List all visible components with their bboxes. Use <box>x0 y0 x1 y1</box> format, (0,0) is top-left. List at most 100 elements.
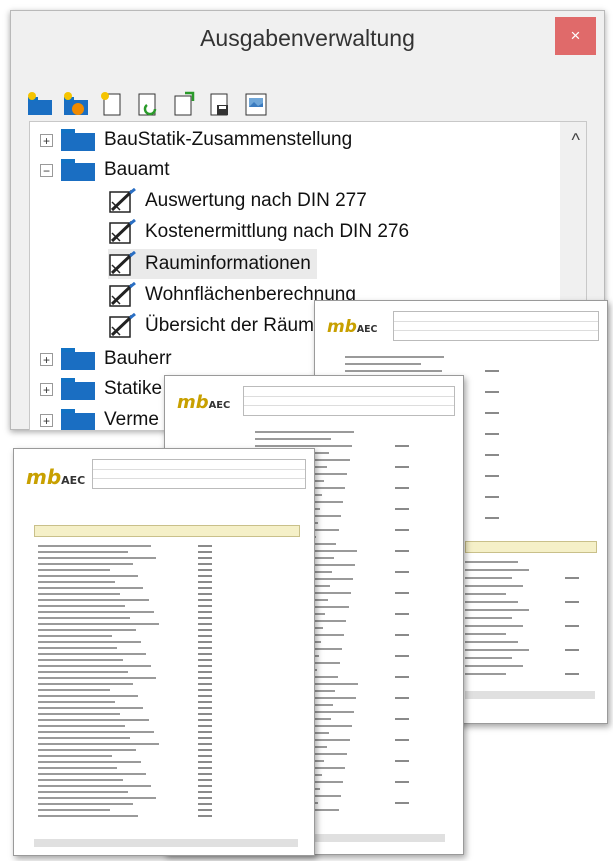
value-mark <box>395 466 409 468</box>
value-mark <box>395 781 409 783</box>
tree-item-baustatik[interactable]: + BauStatik-Zusammenstellung <box>40 125 352 155</box>
new-document-icon[interactable] <box>99 91 125 117</box>
collapse-toggle[interactable]: − <box>40 163 53 177</box>
value-mark <box>198 797 212 799</box>
value-mark <box>565 601 579 603</box>
text-line <box>38 773 146 775</box>
text-line <box>465 577 512 579</box>
folder-icon <box>61 409 95 430</box>
value-mark <box>395 739 409 741</box>
value-mark <box>198 689 212 691</box>
tree-item-uebersicht[interactable]: Übersicht der Räum <box>108 311 314 341</box>
text-line <box>345 356 444 358</box>
expand-toggle[interactable]: + <box>40 382 53 396</box>
expand-toggle[interactable]: + <box>40 133 53 147</box>
value-mark <box>485 475 499 477</box>
value-mark <box>198 665 212 667</box>
value-mark <box>198 707 212 709</box>
value-mark <box>198 731 212 733</box>
text-line <box>38 611 154 613</box>
value-mark <box>198 551 212 553</box>
close-button[interactable]: × <box>555 17 596 55</box>
value-mark <box>485 370 499 372</box>
value-mark <box>198 701 212 703</box>
expand-toggle[interactable]: + <box>40 352 53 366</box>
value-mark <box>198 815 212 817</box>
tree-item-label: Verme <box>104 409 159 430</box>
text-line <box>345 363 421 365</box>
window-title: Ausgabenverwaltung <box>200 25 415 51</box>
tree-item-bauamt[interactable]: − Bauamt <box>40 155 169 185</box>
value-mark <box>198 563 212 565</box>
text-line <box>38 545 152 547</box>
text-line <box>465 625 524 627</box>
text-line <box>38 815 139 817</box>
value-mark <box>198 683 212 685</box>
report-preview-page-1: mbAEC <box>13 448 315 856</box>
tree-item-label: Kostenermittlung nach DIN 276 <box>145 221 410 242</box>
text-line <box>38 701 115 703</box>
text-line <box>465 649 529 651</box>
value-mark <box>198 623 212 625</box>
value-mark <box>485 433 499 435</box>
value-mark <box>565 649 579 651</box>
tree-item-din276[interactable]: Kostenermittlung nach DIN 276 <box>108 217 409 247</box>
value-mark <box>485 496 499 498</box>
refresh-document-icon[interactable] <box>135 91 161 117</box>
folder-settings-icon[interactable] <box>63 91 89 117</box>
tree-item-vermesser[interactable]: + Verme <box>40 405 159 430</box>
value-mark <box>198 725 212 727</box>
value-mark <box>395 760 409 762</box>
value-mark <box>198 605 212 607</box>
text-line <box>38 671 128 673</box>
text-line <box>465 657 512 659</box>
page-footer <box>34 839 298 847</box>
tree-item-statiker[interactable]: + Statike <box>40 374 162 404</box>
export-document-icon[interactable] <box>171 91 197 117</box>
tree-item-rauminformationen[interactable]: Rauminformationen <box>108 249 317 279</box>
document-edit-icon <box>109 188 136 213</box>
value-mark <box>395 613 409 615</box>
text-line <box>465 561 518 563</box>
value-mark <box>395 592 409 594</box>
text-line <box>38 743 159 745</box>
table-header <box>34 525 300 537</box>
text-line <box>38 563 133 565</box>
value-mark <box>198 761 212 763</box>
text-line <box>38 605 126 607</box>
value-mark <box>198 635 212 637</box>
value-mark <box>395 718 409 720</box>
new-folder-icon[interactable] <box>27 91 53 117</box>
scroll-up-icon[interactable]: ^ <box>572 130 580 151</box>
value-mark <box>395 634 409 636</box>
text-line <box>38 629 136 631</box>
save-document-icon[interactable] <box>207 91 233 117</box>
document-image-icon[interactable] <box>243 91 269 117</box>
value-mark <box>395 445 409 447</box>
value-mark <box>485 412 499 414</box>
text-line <box>38 695 139 697</box>
document-edit-icon <box>109 282 136 307</box>
text-line <box>465 569 529 571</box>
text-line <box>38 665 152 667</box>
text-line <box>465 601 518 603</box>
tree-item-din277[interactable]: Auswertung nach DIN 277 <box>108 186 367 216</box>
value-mark <box>198 713 212 715</box>
text-line <box>465 633 507 635</box>
text-line <box>38 767 118 769</box>
text-line <box>465 593 507 595</box>
header-box <box>92 459 306 489</box>
value-mark <box>198 779 212 781</box>
text-line <box>38 581 115 583</box>
tree-item-bauherr[interactable]: + Bauherr <box>40 344 172 374</box>
value-mark <box>395 508 409 510</box>
text-line <box>465 665 524 667</box>
value-mark <box>565 673 579 675</box>
value-mark <box>198 743 212 745</box>
value-mark <box>198 671 212 673</box>
value-mark <box>198 755 212 757</box>
expand-toggle[interactable]: + <box>40 413 53 427</box>
value-mark <box>198 803 212 805</box>
value-mark <box>485 391 499 393</box>
value-mark <box>565 577 579 579</box>
